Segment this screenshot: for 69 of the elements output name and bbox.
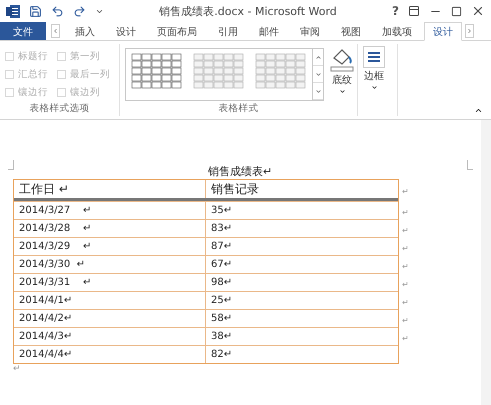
table-cell: 2014/3/27 ↵ xyxy=(14,202,206,219)
paragraph-mark: ↵ xyxy=(13,364,22,374)
table-cell-text: 83↵ xyxy=(210,222,234,236)
checkbox-label: 镶边行 xyxy=(18,86,48,99)
ribbon-display-icon[interactable] xyxy=(408,5,420,17)
file-tab[interactable]: 文件 xyxy=(0,22,46,40)
borders-button[interactable]: 边框 xyxy=(358,44,390,116)
page-corner-mark xyxy=(467,160,473,170)
table-cell: 2014/3/29 ↵ xyxy=(14,238,206,255)
table-style-thumbnail[interactable] xyxy=(255,53,307,90)
row-end-mark: ↵ xyxy=(402,242,409,254)
close-icon[interactable] xyxy=(471,4,485,18)
caret-icon xyxy=(338,88,346,95)
redo-icon[interactable] xyxy=(73,4,86,18)
table-cell-text: 58↵ xyxy=(210,312,234,326)
collapse-ribbon-icon[interactable] xyxy=(474,106,483,115)
group-label: 表格样式 xyxy=(218,102,260,116)
page-corner-mark xyxy=(8,160,14,170)
row-end-mark: ↵ xyxy=(402,186,409,198)
row-end-mark: ↵ xyxy=(402,278,409,290)
caret-icon xyxy=(370,84,378,91)
row-end-mark: ↵ xyxy=(402,314,409,326)
table-cell-text: 25↵ xyxy=(210,294,234,308)
table-cell-text: 38↵ xyxy=(210,330,234,344)
row-end-mark: ↵ xyxy=(402,206,409,218)
row-end-mark: ↵ xyxy=(402,332,409,344)
undo-icon[interactable] xyxy=(51,4,64,18)
document-heading: 销售成绩表↵ xyxy=(208,164,272,179)
window-title: 销售成绩表.docx - Microsoft Word xyxy=(158,4,338,18)
help-button[interactable]: ? xyxy=(392,4,399,18)
tab-scroll-right-button[interactable] xyxy=(465,24,474,38)
ribbon-tab[interactable]: 设计 xyxy=(424,22,462,41)
table-cell: 2014/3/28 ↵ xyxy=(14,220,206,237)
checkbox-label: 标题行 xyxy=(18,50,48,63)
table-cell-text: 98↵ xyxy=(210,276,234,290)
shading-button[interactable]: 底纹 xyxy=(324,44,360,102)
chevron-left-icon xyxy=(52,27,59,35)
table-cell: 2014/4/4↵ xyxy=(14,346,206,363)
borders-icon xyxy=(363,46,385,68)
table-cell-text: 82↵ xyxy=(210,348,234,362)
checkbox-label: 汇总行 xyxy=(18,68,48,81)
checkbox-label: 最后一列 xyxy=(70,68,110,81)
table-cell-text: 67↵ xyxy=(210,258,234,272)
chevron-up-icon xyxy=(314,54,322,60)
maximize-icon[interactable] xyxy=(451,6,462,16)
table-cell: 2014/4/3↵ xyxy=(14,328,206,345)
tab-scroll-left-button[interactable] xyxy=(51,24,60,38)
chevron-down-icon xyxy=(314,88,322,94)
table-cell: 2014/4/2↵ xyxy=(14,310,206,327)
table-style-thumbnail[interactable] xyxy=(193,53,245,90)
row-end-mark: ↵ xyxy=(402,296,409,308)
group-label: 表格样式选项 xyxy=(28,102,90,116)
row-end-mark: ↵ xyxy=(402,260,409,272)
table-cell: 2014/3/31 ↵ xyxy=(14,274,206,291)
table-styles-gallery[interactable] xyxy=(125,48,324,101)
column-header: 销售记录 xyxy=(210,180,260,198)
table-cell: 2014/3/30 ↵ xyxy=(14,256,206,273)
chevron-right-icon xyxy=(466,27,473,35)
row-end-mark: ↵ xyxy=(402,224,409,236)
checkbox-label: 第一列 xyxy=(70,50,100,63)
table-cell: 2014/4/1↵ xyxy=(14,292,206,309)
save-icon[interactable] xyxy=(29,4,42,18)
column-header: 工作日 ↵ xyxy=(14,180,206,198)
table-cell-text: 87↵ xyxy=(210,240,234,254)
chevron-down-icon xyxy=(314,70,322,78)
checkbox-label: 镶边列 xyxy=(70,86,100,99)
app-logo-icon xyxy=(6,4,20,18)
table-style-thumbnail[interactable] xyxy=(131,53,183,90)
table-cell-text: 35↵ xyxy=(210,204,234,218)
